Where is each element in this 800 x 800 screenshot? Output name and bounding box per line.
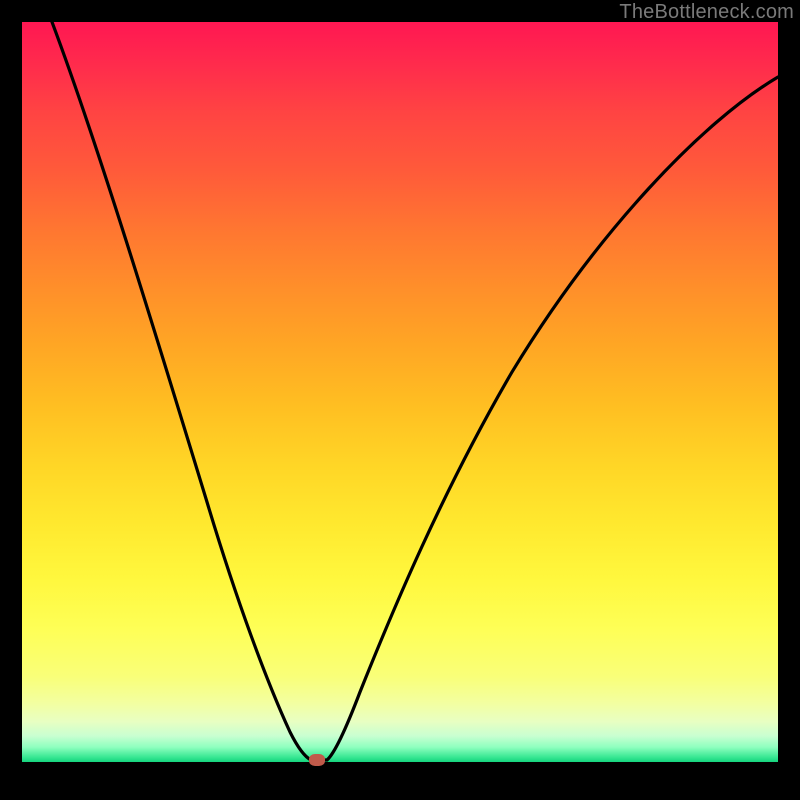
- watermark-text: TheBottleneck.com: [619, 1, 794, 24]
- min-marker: [309, 754, 325, 766]
- plot-background-gradient: [22, 22, 778, 762]
- plot-frame: [22, 22, 778, 778]
